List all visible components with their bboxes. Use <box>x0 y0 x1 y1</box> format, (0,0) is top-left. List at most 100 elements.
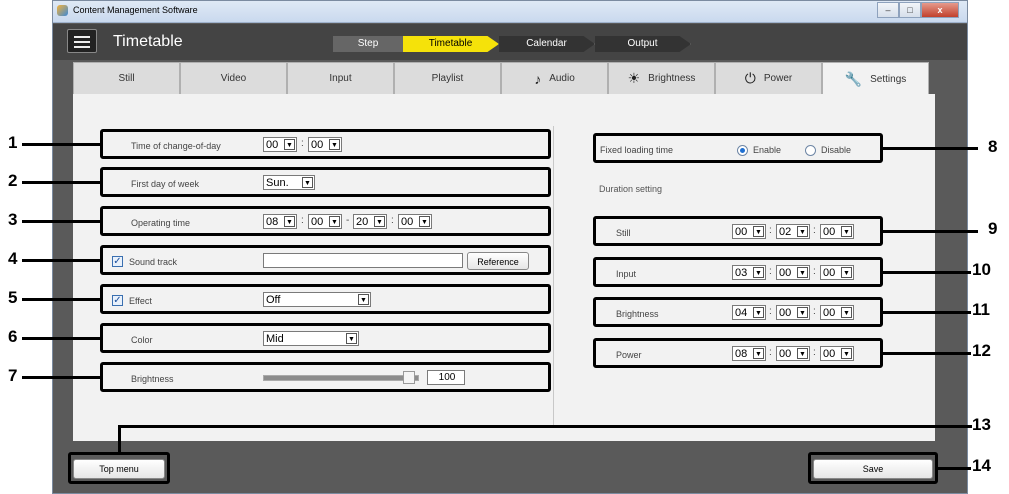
tab-still[interactable]: Still <box>73 62 180 94</box>
duration-brightness-row: Brightness 04 ▼ : 00 ▼ : 00 ▼ <box>593 297 883 327</box>
sound-track-checkbox[interactable]: ✓ <box>112 256 123 267</box>
chevron-down-icon: ▼ <box>329 216 340 227</box>
chevron-down-icon: ▼ <box>374 216 385 227</box>
duration-hour-select[interactable]: 08 ▼ <box>732 346 766 361</box>
tab-brightness[interactable]: ☀ Brightness <box>608 62 715 94</box>
select-value: 08 <box>735 348 748 360</box>
select-value: 20 <box>356 216 369 228</box>
chevron-down-icon: ▼ <box>841 307 852 318</box>
chevron-down-icon: ▼ <box>302 177 313 188</box>
app-icon <box>57 5 68 16</box>
colon: : <box>813 306 816 317</box>
duration-input-row: Input 03 ▼ : 00 ▼ : 00 ▼ <box>593 257 883 287</box>
first-day-select[interactable]: Sun. ▼ <box>263 175 315 190</box>
effect-select[interactable]: Off ▼ <box>263 292 371 307</box>
select-value: 00 <box>779 267 792 279</box>
operating-end-hour-select[interactable]: 20 ▼ <box>353 214 387 229</box>
duration-second-select[interactable]: 00 ▼ <box>820 224 854 239</box>
duration-minute-select[interactable]: 00 ▼ <box>776 305 810 320</box>
duration-hour-select[interactable]: 03 ▼ <box>732 265 766 280</box>
chevron-down-icon: ▼ <box>841 267 852 278</box>
brightness-slider-track[interactable] <box>263 375 419 381</box>
duration-minute-select[interactable]: 02 ▼ <box>776 224 810 239</box>
tab-label: Settings <box>870 74 907 85</box>
callout-line <box>883 352 971 355</box>
select-value: 02 <box>779 226 792 238</box>
duration-minute-select[interactable]: 00 ▼ <box>776 346 810 361</box>
fixed-loading-label: Fixed loading time <box>600 145 674 155</box>
operating-start-hour-select[interactable]: 08 ▼ <box>263 214 297 229</box>
tab-label: Input <box>329 73 352 84</box>
chevron-down-icon: ▼ <box>358 294 369 305</box>
disable-radio[interactable] <box>805 145 816 156</box>
close-icon[interactable]: x <box>921 2 959 18</box>
brightness-value-input[interactable]: 100 <box>427 370 465 385</box>
title-bar: Content Management Software – □ x <box>53 1 967 23</box>
color-select[interactable]: Mid ▼ <box>263 331 359 346</box>
chevron-down-icon: ▼ <box>797 267 808 278</box>
chevron-down-icon: ▼ <box>797 226 808 237</box>
select-value: 00 <box>779 348 792 360</box>
duration-label: Power <box>616 350 642 360</box>
tab-settings[interactable]: 🔧 Settings <box>822 62 929 96</box>
callout-9: 9 <box>988 219 998 238</box>
select-value: 08 <box>266 216 279 228</box>
change-of-day-label: Time of change-of-day <box>131 141 221 151</box>
callout-line <box>883 147 978 150</box>
brightness-slider-fill <box>264 376 418 380</box>
duration-minute-select[interactable]: 00 ▼ <box>776 265 810 280</box>
effect-row: ✓ Effect Off ▼ <box>100 284 551 314</box>
callout-line <box>883 271 971 274</box>
callout-line <box>22 220 100 223</box>
hamburger-menu-icon[interactable] <box>67 29 97 53</box>
select-value: 00 <box>311 216 324 228</box>
step-output[interactable]: Output <box>595 36 691 52</box>
callout-2: 2 <box>8 171 18 190</box>
operating-time-label: Operating time <box>131 218 191 228</box>
reference-button[interactable]: Reference <box>467 252 529 270</box>
minimize-icon[interactable]: – <box>877 2 899 18</box>
colon: : <box>769 266 772 277</box>
step-timetable[interactable]: Timetable <box>403 36 499 52</box>
chevron-down-icon: ▼ <box>284 216 295 227</box>
select-value: 00 <box>823 267 836 279</box>
effect-label: Effect <box>129 296 152 306</box>
select-value: 00 <box>823 226 836 238</box>
callout-line <box>22 337 100 340</box>
duration-second-select[interactable]: 00 ▼ <box>820 305 854 320</box>
duration-power-row: Power 08 ▼ : 00 ▼ : 00 ▼ <box>593 338 883 368</box>
brightness-slider-thumb[interactable] <box>403 371 415 384</box>
sound-track-label: Sound track <box>129 257 178 267</box>
effect-checkbox[interactable]: ✓ <box>112 295 123 306</box>
first-day-row: First day of week Sun. ▼ <box>100 167 551 197</box>
change-of-day-hour-select[interactable]: 00 ▼ <box>263 137 297 152</box>
tab-label: Audio <box>549 73 575 84</box>
duration-hour-select[interactable]: 04 ▼ <box>732 305 766 320</box>
callout-line <box>22 376 100 379</box>
colon: : <box>813 347 816 358</box>
tab-audio[interactable]: ♪ Audio <box>501 62 608 94</box>
callout-8: 8 <box>988 137 998 156</box>
tab-video[interactable]: Video <box>180 62 287 94</box>
tab-label: Video <box>220 73 247 84</box>
duration-second-select[interactable]: 00 ▼ <box>820 265 854 280</box>
tab-label: Playlist <box>431 73 464 84</box>
enable-radio[interactable] <box>737 145 748 156</box>
change-of-day-minute-select[interactable]: 00 ▼ <box>308 137 342 152</box>
operating-end-minute-select[interactable]: 00 ▼ <box>398 214 432 229</box>
duration-second-select[interactable]: 00 ▼ <box>820 346 854 361</box>
sound-track-path-input[interactable] <box>263 253 463 268</box>
step-calendar[interactable]: Calendar <box>499 36 595 52</box>
maximize-icon[interactable]: □ <box>899 2 921 18</box>
tab-power[interactable]: ⏻ Power <box>715 62 822 94</box>
colon: : <box>813 225 816 236</box>
change-of-day-row: Time of change-of-day 00 ▼ : 00 ▼ <box>100 129 551 159</box>
callout-line <box>883 230 978 233</box>
tab-playlist[interactable]: Playlist <box>394 62 501 94</box>
chevron-down-icon: ▼ <box>284 139 295 150</box>
tab-input[interactable]: Input <box>287 62 394 94</box>
operating-start-minute-select[interactable]: 00 ▼ <box>308 214 342 229</box>
duration-hour-select[interactable]: 00 ▼ <box>732 224 766 239</box>
callout-10: 10 <box>972 260 991 279</box>
select-value: 00 <box>735 226 748 238</box>
